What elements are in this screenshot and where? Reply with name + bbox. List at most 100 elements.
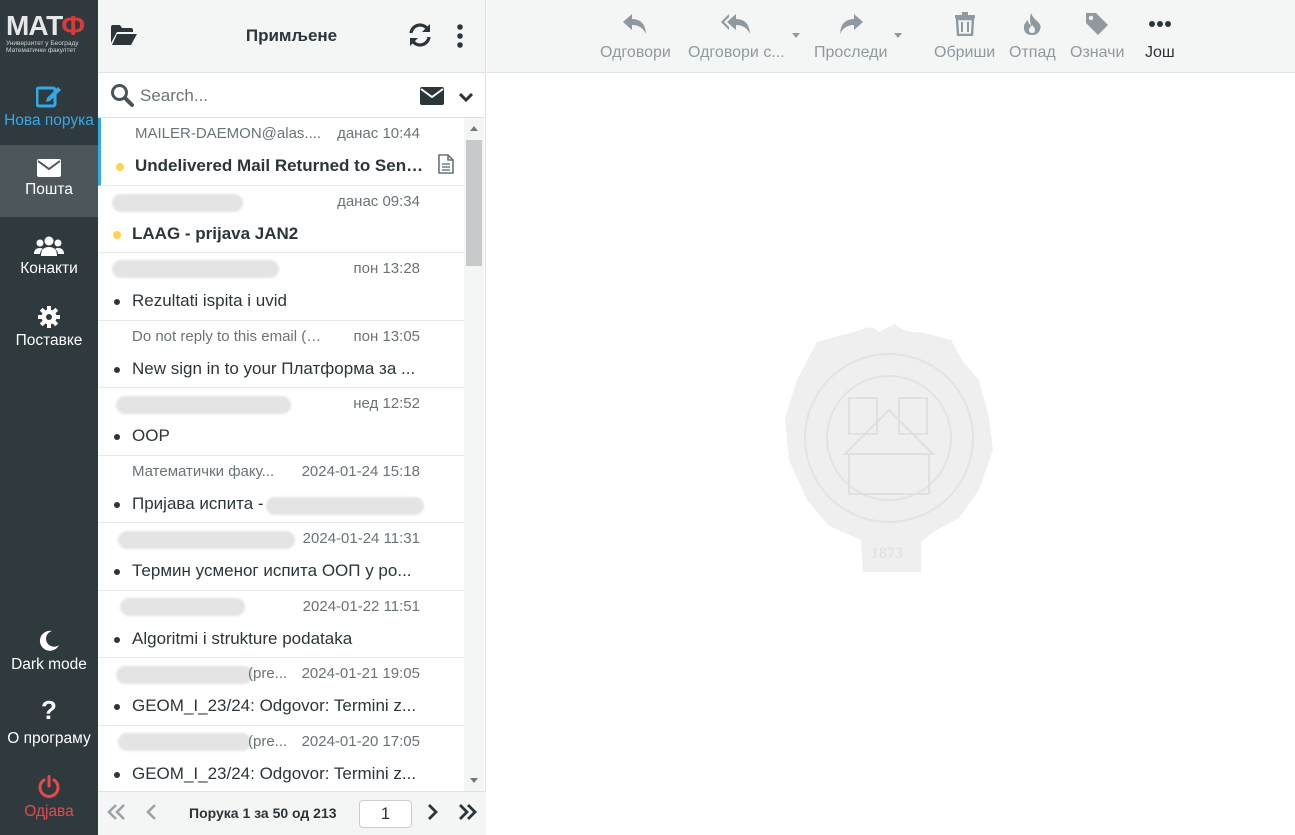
message-subject: OOP	[132, 426, 170, 445]
logo-name-part1: МАТ	[6, 10, 62, 41]
message-subject: Rezultati ispita i uvid	[132, 291, 287, 310]
reply-icon	[600, 10, 671, 38]
unread-dot	[116, 163, 124, 171]
forward-dropdown-caret[interactable]	[894, 33, 902, 38]
list-item[interactable]: (pre... 2024-01-21 19:05 GEOM_I_23/24: O…	[98, 658, 464, 726]
nav-compose[interactable]: Нова порука	[0, 80, 98, 152]
page-number-input[interactable]: 1	[359, 800, 412, 828]
read-dot	[114, 434, 120, 440]
delete-button[interactable]: Обриши	[934, 10, 995, 62]
scroll-down-arrow[interactable]	[470, 778, 478, 783]
message-subject: LAAG - prijava JAN2	[132, 223, 299, 243]
search-bar	[98, 73, 485, 118]
junk-button[interactable]: Отпад	[1009, 10, 1056, 62]
trash-icon	[934, 10, 995, 38]
read-dot	[114, 636, 120, 643]
read-dot	[114, 704, 120, 710]
nav-mail[interactable]: Пошта	[0, 145, 98, 217]
read-dot	[114, 771, 120, 778]
delete-label: Обриши	[934, 44, 996, 61]
list-item[interactable]: Математички факу... 2024-01-24 15:18 При…	[98, 456, 464, 523]
nav-mail-label: Пошта	[25, 181, 73, 198]
message-subject: New sign in to your Платформа за ...	[132, 358, 416, 378]
list-item[interactable]: 2024-01-24 11:31 Термин усменог испита О…	[98, 523, 464, 591]
forward-button[interactable]: Проследи	[814, 10, 887, 62]
nav-contacts[interactable]: Конакти	[0, 228, 98, 300]
more-button[interactable]: Још	[1145, 10, 1175, 62]
list-item[interactable]: Do not reply to this email (vi... пон 13…	[98, 321, 464, 388]
message-list: MAILER-DAEMON@alas.... данас 10:44 Undel…	[98, 118, 464, 791]
fire-icon	[1009, 10, 1056, 38]
list-item[interactable]: MAILER-DAEMON@alas.... данас 10:44 Undel…	[98, 118, 464, 186]
read-dot	[114, 366, 120, 373]
redacted-sender	[116, 396, 291, 414]
search-icon	[110, 83, 134, 112]
message-date: 2024-01-22 11:51	[302, 597, 420, 615]
message-subject: Термин усменог испита ООП у ро...	[132, 561, 412, 580]
question-icon: ?	[41, 695, 57, 725]
message-from: (pre...	[248, 665, 288, 682]
more-vertical-icon[interactable]	[457, 24, 463, 53]
mark-button[interactable]: Означи	[1070, 10, 1124, 62]
message-date: нед 12:52	[353, 395, 420, 412]
nav-dark-mode[interactable]: Dark mode	[0, 624, 98, 696]
document-icon	[438, 154, 454, 179]
moon-icon	[0, 624, 98, 652]
mail-app: МАТФ Универзитет у Београду Математички …	[0, 0, 1295, 835]
next-page-icon[interactable]	[427, 804, 439, 825]
message-list-scrollbar[interactable]	[464, 118, 484, 791]
list-item[interactable]: нед 12:52 OOP	[98, 388, 464, 456]
list-item[interactable]: 2024-01-22 11:51 Algoritmi i strukture p…	[98, 591, 464, 658]
message-date: 2024-01-20 17:05	[301, 732, 420, 750]
users-icon	[0, 228, 98, 256]
redacted-sender	[118, 732, 251, 751]
nav-settings[interactable]: Поставке	[0, 300, 98, 372]
refresh-icon[interactable]	[408, 22, 432, 53]
reply-all-button[interactable]: Одговори с...	[688, 10, 785, 62]
power-icon	[0, 771, 98, 799]
message-from: Do not reply to this email (vi...	[132, 327, 322, 345]
reply-button[interactable]: Одговори	[600, 10, 671, 62]
junk-label: Отпад	[1009, 44, 1056, 61]
unread-dot	[113, 230, 121, 239]
chevron-down-icon[interactable]	[458, 90, 474, 108]
message-date: 2024-01-24 11:31	[302, 530, 420, 547]
message-date: 2024-01-24 15:18	[301, 462, 420, 480]
forward-label: Проследи	[814, 44, 888, 61]
list-item[interactable]: (pre... 2024-01-20 17:05 GEOM_I_23/24: O…	[98, 726, 464, 792]
search-input[interactable]	[140, 83, 400, 109]
reply-all-icon	[688, 10, 785, 38]
message-preview: 1873	[487, 74, 1295, 835]
message-subject: Undelivered Mail Returned to Sender	[135, 156, 425, 175]
nav-logout[interactable]: Одјава	[0, 771, 98, 835]
scroll-thumb[interactable]	[466, 140, 482, 266]
message-date: 2024-01-21 19:05	[301, 665, 420, 682]
list-item[interactable]: данас 09:34 LAAG - prijava JAN2	[98, 186, 464, 253]
message-toolbar: Одговори Одговори с... Проследи Обриши О…	[487, 0, 1295, 73]
first-page-icon[interactable]	[107, 804, 127, 825]
forward-icon	[814, 10, 887, 38]
nav-settings-label: Поставке	[15, 332, 83, 349]
nav-about[interactable]: ? О програму	[0, 695, 98, 770]
redacted-sender	[112, 260, 279, 278]
gear-icon	[0, 300, 98, 328]
nav-contacts-label: Конакти	[20, 260, 78, 277]
scroll-up-arrow[interactable]	[470, 126, 478, 131]
redacted-sender	[118, 531, 295, 549]
pagination: Порука 1 за 50 од 213 1	[98, 791, 486, 835]
message-subject: GEOM_I_23/24: Odgovor: Termini z...	[132, 696, 417, 715]
list-item[interactable]: пон 13:28 Rezultati ispita i uvid	[98, 253, 464, 321]
nav-about-label: О програму	[7, 730, 91, 747]
logo-text: МАТФ	[6, 12, 92, 40]
envelope-filter-icon[interactable]	[420, 87, 444, 110]
logo: МАТФ Универзитет у Београду Математички …	[0, 0, 98, 73]
previous-page-icon[interactable]	[145, 804, 157, 825]
message-subject: Algoritmi i strukture podataka	[132, 628, 353, 648]
logo-subtitle-1: Универзитет у Београду	[6, 40, 79, 47]
reply-all-dropdown-caret[interactable]	[792, 33, 800, 38]
redacted-sender	[120, 597, 245, 616]
message-date: данас 09:34	[337, 192, 420, 210]
message-subject: GEOM_I_23/24: Odgovor: Termini z...	[132, 763, 417, 783]
last-page-icon[interactable]	[457, 804, 477, 825]
faculty-seal-watermark: 1873	[783, 322, 995, 579]
